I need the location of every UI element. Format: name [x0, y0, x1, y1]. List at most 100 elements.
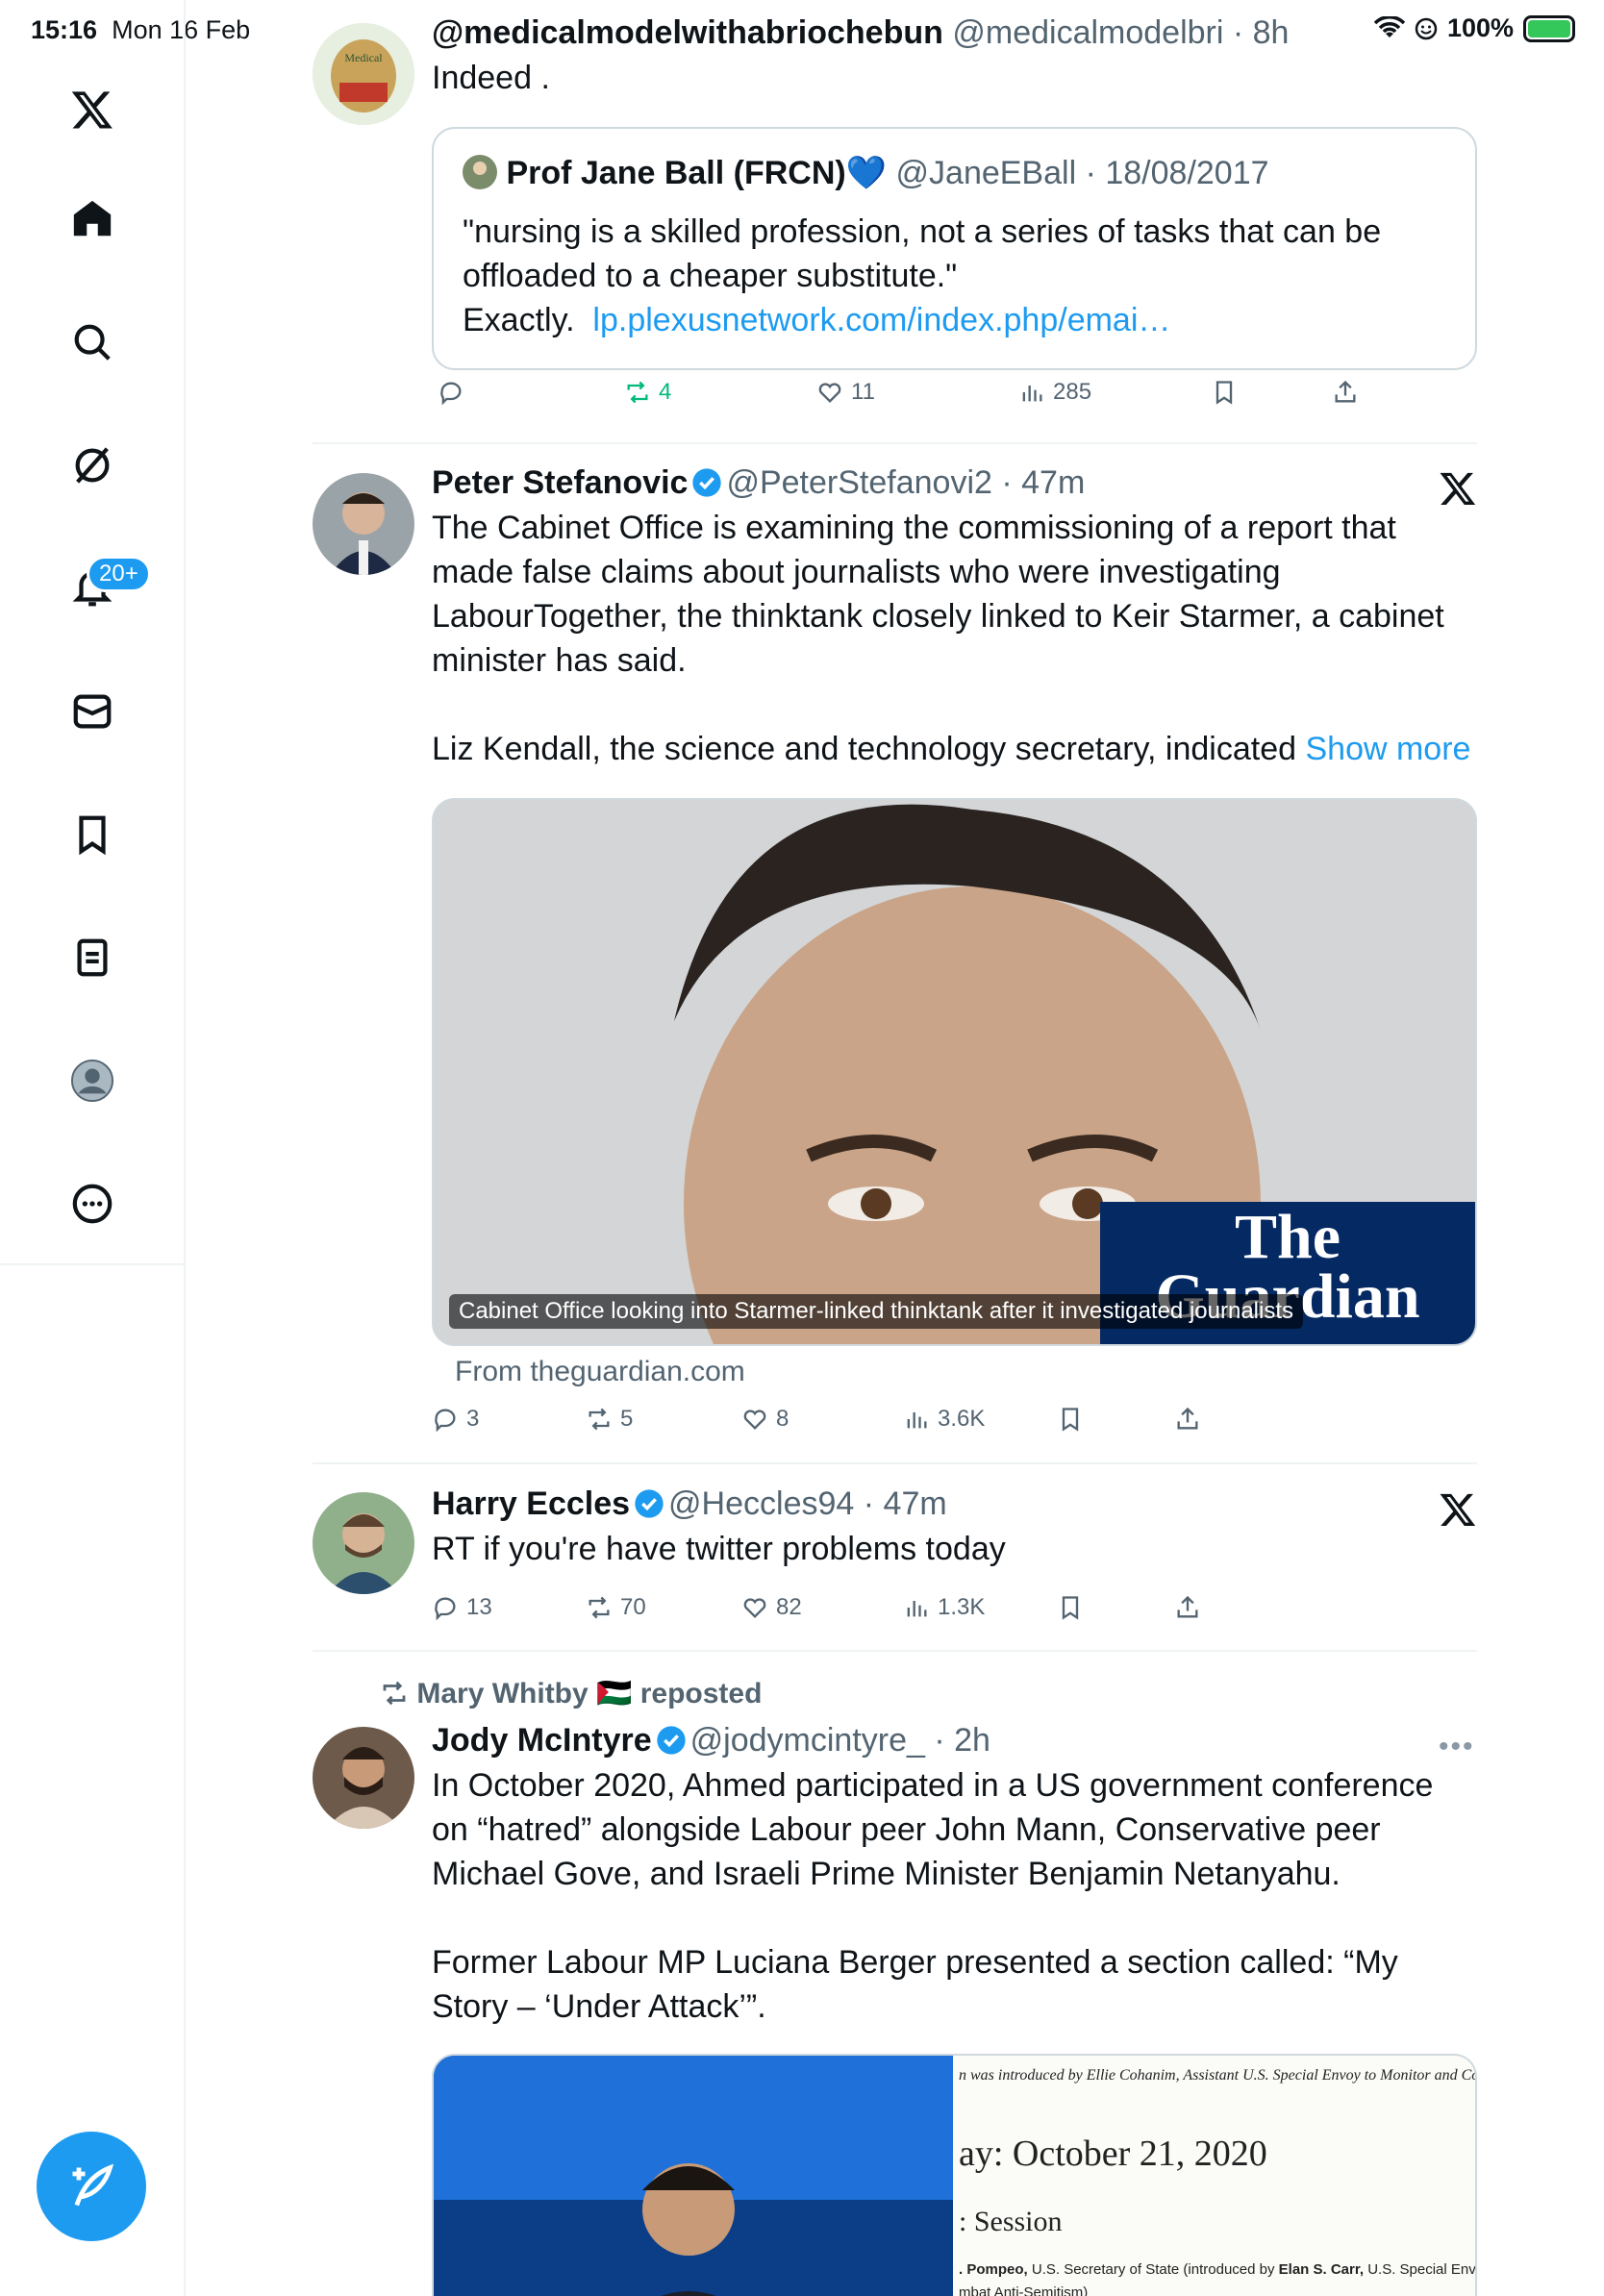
tweet-actions: 4 11 285	[432, 379, 1477, 417]
heart-icon	[743, 1598, 766, 1618]
tweet-text: The Cabinet Office is examining the comm…	[432, 510, 1471, 767]
display-name[interactable]: Jody McIntyre	[432, 1722, 652, 1759]
repost-icon	[589, 1596, 610, 1619]
repost-icon	[383, 1681, 406, 1706]
compose-post-button[interactable]	[37, 2132, 146, 2241]
display-name[interactable]: @medicalmodelwithabriochebun	[432, 14, 943, 51]
timestamp[interactable]: 8h	[1253, 14, 1290, 51]
more-options-icon[interactable]	[65, 1177, 119, 1231]
battery-icon	[1523, 14, 1575, 42]
verified-badge-icon	[635, 1489, 664, 1518]
tweet-actions: 13 70 82 1.3K	[432, 1594, 1297, 1633]
display-name[interactable]: Peter Stefanovic	[432, 464, 688, 501]
like-button[interactable]: 11	[816, 379, 875, 406]
repost-button[interactable]: 4	[624, 379, 671, 406]
handle[interactable]: @medicalmodelbri	[952, 14, 1223, 51]
reply-button[interactable]: 13	[432, 1594, 492, 1621]
handle[interactable]: @Heccles94	[668, 1485, 854, 1522]
bookmark-button[interactable]	[1211, 379, 1238, 406]
views-button[interactable]: 1.3K	[903, 1594, 985, 1621]
x-logo-icon[interactable]	[1439, 1490, 1477, 1529]
views-icon	[907, 1412, 927, 1429]
messages-icon[interactable]	[65, 685, 119, 738]
quote-handle: @JaneEBall	[895, 155, 1077, 191]
tweet-jody-mcintyre[interactable]: Mary Whitby 🇵🇸 reposted Jody McIntyre @jo…	[313, 1677, 1477, 2296]
avatar[interactable]	[313, 1727, 414, 1829]
avatar[interactable]	[313, 473, 414, 575]
share-icon	[1335, 380, 1356, 403]
home-icon[interactable]	[65, 192, 119, 246]
display-name[interactable]: Harry Eccles	[432, 1485, 630, 1522]
sidebar: 20+	[0, 0, 186, 2296]
tweet-divider	[313, 442, 1477, 444]
share-button[interactable]	[1174, 1406, 1201, 1433]
grok-icon[interactable]	[65, 438, 119, 492]
tweet-text: In October 2020, Ahmed participated in a…	[432, 1767, 1434, 2025]
reposted-by[interactable]: Mary Whitby 🇵🇸 reposted	[380, 1677, 762, 1710]
heart-icon	[818, 383, 841, 403]
quote-date: 18/08/2017	[1105, 155, 1269, 191]
avatar[interactable]: Medical	[313, 23, 414, 125]
reply-button[interactable]: 3	[432, 1406, 479, 1433]
more-menu-icon[interactable]: •••	[1439, 1731, 1477, 1763]
compose-feather-icon	[72, 2163, 114, 2207]
timestamp[interactable]: 47m	[1021, 464, 1085, 501]
repost-icon	[589, 1408, 610, 1431]
views-icon	[907, 1601, 927, 1617]
media-photo-left	[434, 2056, 953, 2296]
tweet-text: Indeed .	[432, 60, 550, 96]
share-button[interactable]	[1332, 379, 1359, 406]
timestamp[interactable]: 47m	[884, 1485, 947, 1522]
repost-button[interactable]: 5	[586, 1406, 633, 1433]
bookmarks-icon[interactable]	[65, 808, 119, 861]
bookmark-button[interactable]	[1057, 1406, 1084, 1433]
views-button[interactable]: 3.6K	[903, 1406, 985, 1433]
link-card-image[interactable]: TheGuardian Cabinet Office looking into …	[432, 798, 1477, 1346]
bookmark-icon	[1216, 381, 1233, 405]
tweet-media-image[interactable]: n was introduced by Ellie Cohanim, Assis…	[432, 2054, 1477, 2296]
notifications-badge: 20+	[87, 556, 151, 592]
bookmark-button[interactable]	[1057, 1594, 1084, 1621]
reply-icon	[440, 382, 462, 406]
handle[interactable]: @jodymcintyre_	[690, 1722, 925, 1759]
like-button[interactable]: 8	[741, 1406, 789, 1433]
x-logo-icon[interactable]	[65, 83, 119, 137]
reply-icon	[435, 1597, 456, 1621]
handle[interactable]: @PeterStefanovi2	[726, 464, 991, 501]
share-icon	[1177, 1407, 1198, 1430]
share-button[interactable]	[1174, 1594, 1201, 1621]
media-document-right: n was introduced by Ellie Cohanim, Assis…	[953, 2056, 1475, 2296]
repost-button[interactable]: 70	[586, 1594, 646, 1621]
tweet-harry-eccles[interactable]: Harry Eccles @Heccles94 · 47m RT if you'r…	[313, 1483, 1477, 1646]
card-caption: Cabinet Office looking into Starmer-link…	[449, 1294, 1303, 1329]
quote-tweet[interactable]: Prof Jane Ball (FRCN)💙 @JaneEBall · 18/0…	[432, 127, 1477, 370]
svg-text:Medical: Medical	[344, 51, 383, 64]
tweet-divider	[313, 1650, 1477, 1652]
lists-icon[interactable]	[65, 931, 119, 985]
blue-heart-icon: 💙	[845, 155, 888, 191]
views-icon	[1022, 386, 1042, 402]
tweet-medicalmodel[interactable]: Medical @medicalmodelwithabriochebun @me…	[313, 12, 1477, 435]
verified-badge-icon	[692, 468, 722, 497]
x-logo-icon[interactable]	[1439, 469, 1477, 508]
timestamp[interactable]: 2h	[954, 1722, 990, 1759]
like-button[interactable]: 82	[741, 1594, 802, 1621]
reply-icon	[435, 1409, 456, 1433]
tweet-header: @medicalmodelwithabriochebun @medicalmod…	[432, 14, 1290, 51]
card-source[interactable]: From theguardian.com	[455, 1356, 745, 1388]
tweet-peter-stefanovic[interactable]: Peter Stefanovic @PeterStefanovi2 · 47m T…	[313, 462, 1477, 1461]
reply-button[interactable]	[438, 379, 472, 406]
quote-link[interactable]: lp.plexusnetwork.com/index.php/emai…	[592, 302, 1170, 338]
show-more-link[interactable]: Show more	[1305, 731, 1470, 767]
views-button[interactable]: 285	[1018, 379, 1091, 406]
repost-icon	[627, 381, 648, 404]
share-icon	[1177, 1595, 1198, 1618]
tweet-actions: 3 5 8 3.6K	[432, 1406, 1297, 1444]
verified-badge-icon	[656, 1726, 686, 1755]
profile-avatar-icon[interactable]	[65, 1054, 119, 1108]
search-icon[interactable]	[65, 315, 119, 369]
heart-icon	[743, 1410, 766, 1430]
sidebar-divider	[0, 1263, 186, 1265]
avatar[interactable]	[313, 1492, 414, 1594]
quote-avatar	[463, 155, 497, 189]
